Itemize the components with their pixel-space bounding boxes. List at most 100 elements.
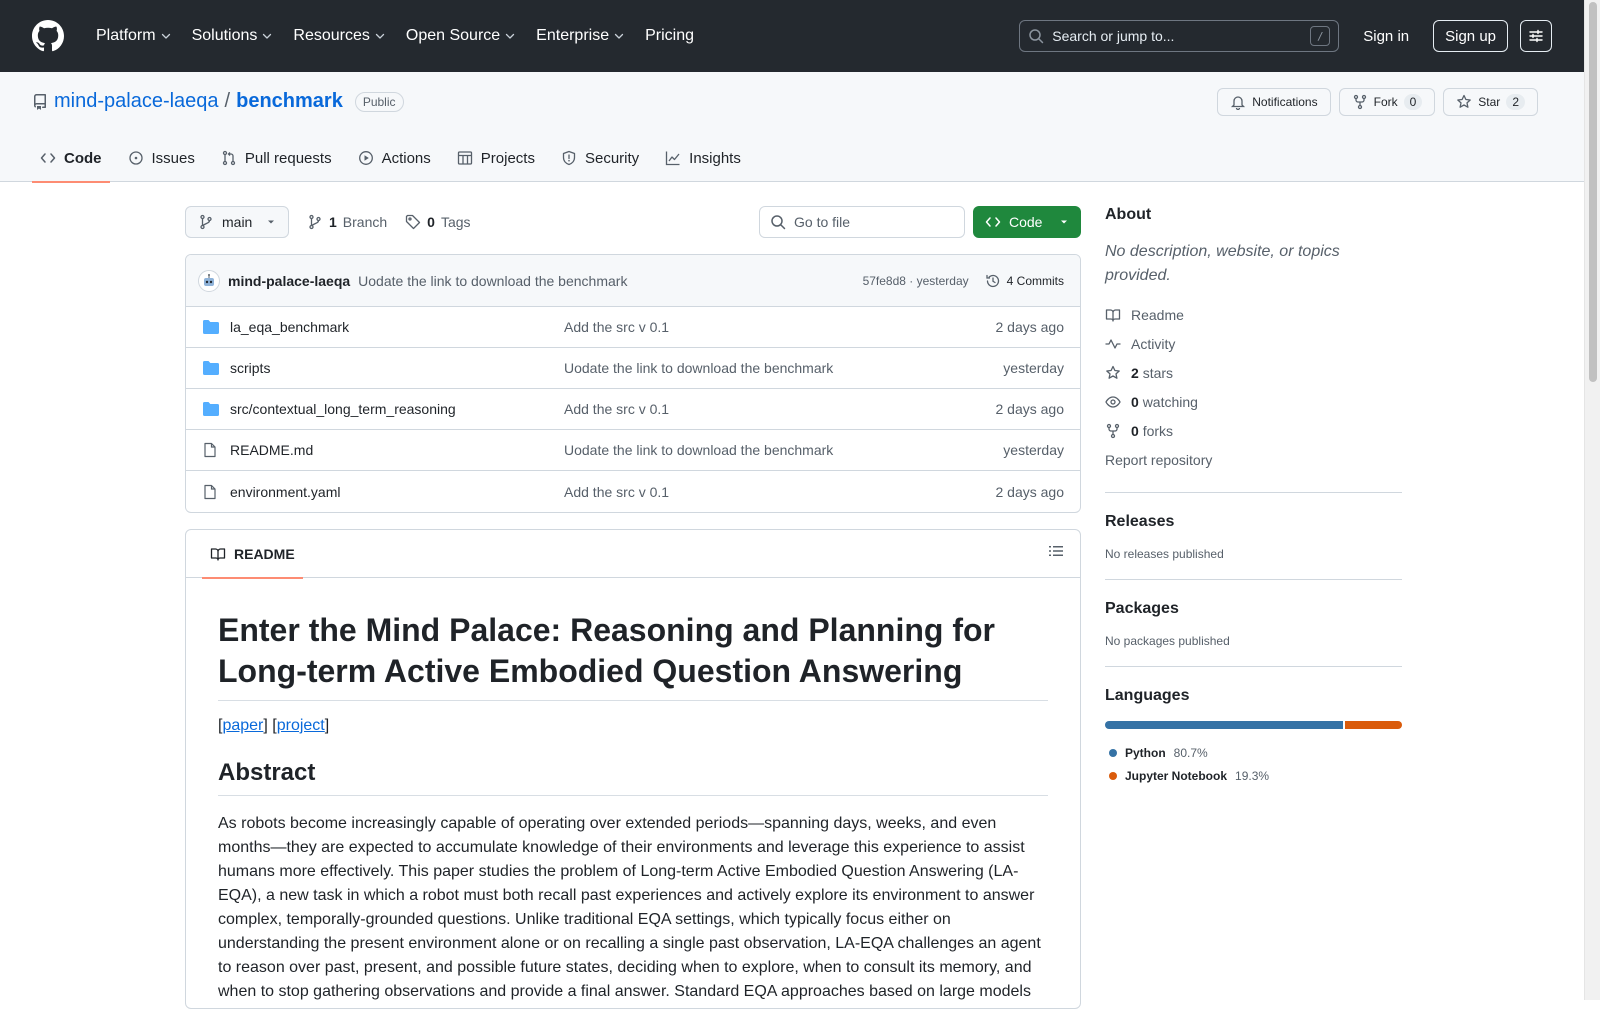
abstract-text: As robots become increasingly capable of… — [218, 815, 1041, 1000]
tab-pull-requests[interactable]: Pull requests — [213, 134, 340, 182]
activity-link-label: Activity — [1131, 335, 1176, 352]
about-heading: About — [1105, 206, 1152, 223]
commit-message-link[interactable]: Uodate the link to download the benchmar… — [358, 273, 627, 289]
forks-link[interactable]: 0 forks — [1105, 416, 1402, 445]
language-name: Python — [1125, 745, 1166, 760]
tab-label: Code — [64, 149, 102, 167]
language-item[interactable]: Jupyter Notebook 19.3% — [1105, 764, 1402, 787]
file-name-link[interactable]: la_eqa_benchmark — [230, 319, 564, 335]
repo-icon — [33, 93, 46, 110]
nav-item-label: Resources — [293, 27, 370, 44]
tab-label: Security — [584, 149, 640, 167]
readme-tab[interactable]: README — [202, 530, 303, 579]
sign-up-button[interactable]: Sign up — [1433, 20, 1508, 52]
repo-owner-link[interactable]: mind-palace-laeqa — [54, 90, 219, 113]
page-scrollbar[interactable] — [1584, 0, 1600, 1000]
sign-in-link[interactable]: Sign in — [1351, 28, 1421, 45]
nav-item-platform[interactable]: Platform — [88, 19, 180, 53]
file-commit-message-link[interactable]: Uodate the link to download the benchmar… — [564, 360, 1003, 376]
nav-item-enterprise[interactable]: Enterprise — [528, 19, 633, 53]
branch-label: Branch — [342, 214, 388, 230]
readme-title: Enter the Mind Palace: Reasoning and Pla… — [218, 610, 1048, 701]
file-commit-message-link[interactable]: Add the src v 0.1 — [564, 401, 996, 417]
nav-item-resources[interactable]: Resources — [285, 19, 393, 53]
tab-insights[interactable]: Insights — [657, 134, 749, 182]
commits-count-label: 4 Commits — [1006, 273, 1064, 288]
releases-heading[interactable]: Releases — [1105, 513, 1402, 531]
star-button[interactable]: Star 2 — [1443, 88, 1538, 116]
list-outline-icon[interactable] — [1048, 543, 1064, 564]
code-dropdown-button[interactable]: Code — [973, 206, 1081, 238]
file-name-link[interactable]: environment.yaml — [230, 484, 564, 500]
stars-link[interactable]: 2 stars — [1105, 358, 1402, 387]
report-repository-link[interactable]: Report repository — [1105, 445, 1402, 474]
fork-icon — [1106, 423, 1120, 438]
tab-security[interactable]: Security — [553, 134, 647, 182]
watching-link[interactable]: 0 watching — [1105, 387, 1402, 416]
go-to-file-input[interactable]: Go to file — [759, 206, 965, 238]
readme-sidebar-link[interactable]: Readme — [1105, 300, 1402, 329]
repo-title: mind-palace-laeqa / benchmark Public — [32, 90, 404, 113]
releases-section: Releases No releases published — [1105, 492, 1402, 561]
issue-icon — [128, 151, 143, 165]
commit-author-link[interactable]: mind-palace-laeqa — [228, 273, 350, 289]
table-icon — [457, 151, 472, 165]
search-icon — [1029, 29, 1044, 44]
file-commit-date: 2 days ago — [995, 483, 1065, 500]
file-name-link[interactable]: scripts — [230, 360, 564, 376]
nav-item-solutions[interactable]: Solutions — [184, 19, 282, 53]
tab-projects[interactable]: Projects — [449, 134, 543, 182]
commit-meta: 57fe8d8 · yesterday 4 Commits — [863, 273, 1064, 289]
project-link[interactable]: project — [277, 717, 325, 734]
commits-history-link[interactable]: 4 Commits — [983, 273, 1064, 289]
search-shortcut-key: / — [1310, 26, 1331, 46]
paper-link[interactable]: paper — [222, 717, 263, 734]
tab-label: Insights — [689, 149, 741, 167]
language-item[interactable]: Python 80.7% — [1105, 741, 1402, 764]
file-row[interactable]: scripts Uodate the link to download the b… — [186, 348, 1080, 389]
file-name-link[interactable]: README.md — [230, 442, 564, 458]
code-icon — [40, 153, 56, 163]
file-row[interactable]: la_eqa_benchmark Add the src v 0.1 2 days … — [186, 307, 1080, 348]
file-commit-message-link[interactable]: Add the src v 0.1 — [564, 484, 996, 500]
language-bar-segment — [1105, 721, 1344, 729]
nav-item-label: Open Source — [405, 27, 501, 44]
global-search-input[interactable]: Search or jump to... / — [1019, 20, 1340, 52]
file-commit-date: 2 days ago — [995, 401, 1065, 417]
packages-heading[interactable]: Packages — [1105, 600, 1402, 618]
github-logo-icon[interactable] — [32, 20, 64, 52]
readme-link-label: Readme — [1131, 306, 1184, 323]
tags-link[interactable]: 0 Tags — [405, 214, 471, 230]
fork-count: 0 — [1403, 94, 1423, 110]
releases-empty-text: No releases published — [1105, 547, 1224, 561]
branch-select-button[interactable]: main — [185, 206, 289, 238]
scrollbar-thumb[interactable] — [1589, 2, 1597, 382]
commit-hash-link[interactable]: 57fe8d8 · yesterday — [863, 274, 969, 288]
tab-issues[interactable]: Issues — [120, 134, 203, 182]
activity-link[interactable]: Activity — [1105, 329, 1402, 358]
file-commit-message-link[interactable]: Uodate the link to download the benchmar… — [564, 442, 1003, 458]
tab-code[interactable]: Code — [32, 134, 110, 183]
file-icon — [204, 442, 216, 458]
tab-actions[interactable]: Actions — [350, 134, 439, 182]
watching-label: watching — [1142, 393, 1198, 410]
file-row[interactable]: README.md Uodate the link to download the… — [186, 430, 1080, 471]
branch-icon — [200, 214, 212, 230]
file-row[interactable]: environment.yaml Add the src v 0.1 2 days … — [186, 471, 1080, 512]
nav-item-open-source[interactable]: Open Source — [398, 19, 524, 53]
chevron-down-icon — [161, 33, 170, 39]
robot-avatar-icon[interactable] — [198, 269, 220, 292]
file-name-link[interactable]: src/contextual_long_term_reasoning — [230, 401, 564, 417]
settings-sliders-icon[interactable] — [1520, 20, 1552, 52]
chevron-down-icon — [614, 33, 624, 39]
nav-item-label: Solutions — [191, 27, 258, 44]
file-row[interactable]: src/contextual_long_term_reasoning Add th… — [186, 389, 1080, 430]
search-icon — [771, 215, 786, 230]
nav-item-pricing[interactable]: Pricing — [637, 19, 702, 53]
fork-button[interactable]: Fork 0 — [1338, 88, 1436, 116]
repo-name-link[interactable]: benchmark — [236, 90, 343, 113]
file-commit-message-link[interactable]: Add the src v 0.1 — [564, 319, 996, 335]
notifications-button[interactable]: Notifications — [1217, 88, 1331, 116]
branches-link[interactable]: 1 Branch — [307, 214, 387, 230]
caret-down-icon — [1061, 220, 1067, 224]
